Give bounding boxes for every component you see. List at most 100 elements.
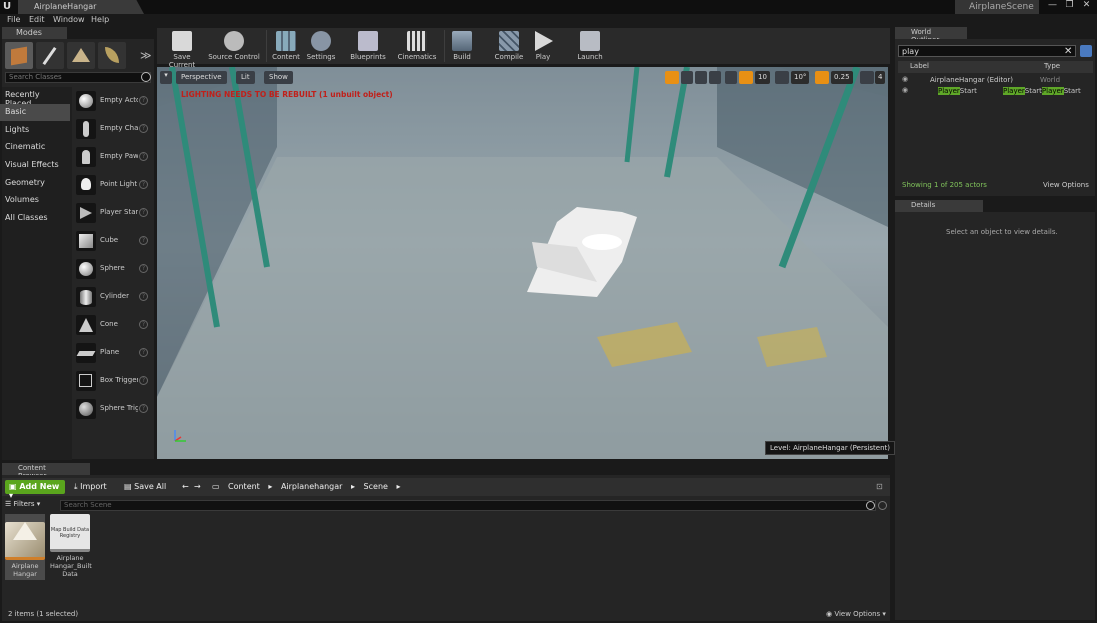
actor-empty-character[interactable]: Empty Character ?	[74, 116, 152, 143]
help-icon[interactable]: ?	[139, 208, 148, 217]
details-tab[interactable]: Details	[895, 200, 983, 212]
select-mode-icon[interactable]	[665, 71, 679, 84]
help-icon[interactable]: ?	[139, 376, 148, 385]
actor-empty-pawn[interactable]: Empty Pawn ?	[74, 144, 152, 171]
history-icon[interactable]	[878, 501, 887, 510]
actor-sphere-trigger[interactable]: Sphere Trigger ?	[74, 396, 152, 423]
maximize-button[interactable]: ❐	[1061, 0, 1078, 12]
content-button[interactable]: Content	[270, 28, 302, 64]
blueprints-button[interactable]: Blueprints	[347, 28, 389, 64]
menu-file[interactable]: File	[7, 15, 20, 24]
eye-icon[interactable]: ◉	[902, 86, 908, 94]
level-viewport[interactable]	[157, 67, 888, 459]
actor-cone[interactable]: Cone ?	[74, 312, 152, 339]
outliner-view-options[interactable]: View Options	[1043, 181, 1089, 189]
help-icon[interactable]: ?	[139, 320, 148, 329]
world-outliner-tab[interactable]: World Outliner	[895, 27, 967, 44]
category-visual-effects[interactable]: Visual Effects	[0, 157, 70, 174]
help-icon[interactable]: ?	[139, 348, 148, 357]
actor-box-trigger[interactable]: Box Trigger ?	[74, 368, 152, 395]
asset-tile[interactable]: Airplane Hangar	[5, 514, 45, 580]
lit-button[interactable]: Lit	[236, 71, 255, 84]
help-icon[interactable]: ?	[139, 124, 148, 133]
viewport-options-dropdown[interactable]: ▾	[160, 71, 172, 84]
menu-edit[interactable]: Edit	[29, 15, 45, 24]
surface-snap-icon[interactable]	[725, 71, 737, 84]
breadcrumb-scene[interactable]: Scene	[364, 482, 388, 491]
scale-snap-icon[interactable]	[815, 71, 829, 84]
category-lights[interactable]: Lights	[0, 122, 70, 139]
grid-snap-value[interactable]: 10	[755, 71, 770, 84]
actor-point-light[interactable]: Point Light ?	[74, 172, 152, 199]
help-icon[interactable]: ?	[139, 152, 148, 161]
col-label-header[interactable]: Label	[910, 62, 929, 70]
help-icon[interactable]: ?	[139, 96, 148, 105]
launch-button[interactable]: Launch	[575, 28, 605, 64]
content-search-input[interactable]: Search Scene	[60, 500, 876, 511]
help-icon[interactable]: ?	[139, 180, 148, 189]
filters-button[interactable]: ☰ Filters ▾	[5, 500, 55, 511]
help-icon[interactable]: ?	[139, 292, 148, 301]
rotation-snap-icon[interactable]	[775, 71, 789, 84]
actor-plane[interactable]: Plane ?	[74, 340, 152, 367]
place-mode-button[interactable]	[5, 42, 33, 69]
rotation-snap-value[interactable]: 10°	[791, 71, 810, 84]
cinematics-button[interactable]: Cinematics	[396, 28, 438, 64]
rotate-icon[interactable]	[695, 71, 707, 84]
menu-help[interactable]: Help	[91, 15, 109, 24]
close-button[interactable]: ✕	[1078, 0, 1095, 12]
asset-tile[interactable]: Map Build Data Registry Airplane Hangar_…	[50, 514, 92, 580]
help-icon[interactable]: ?	[139, 404, 148, 413]
play-button[interactable]: Play	[530, 28, 556, 64]
actor-empty-actor[interactable]: Empty Actor ?	[74, 88, 152, 115]
outliner-row-playerstart[interactable]: ◉ PlayerStart PlayerStartPlayerStart	[900, 86, 1095, 97]
breadcrumb-content[interactable]: Content	[228, 482, 260, 491]
import-button[interactable]: ⤓ Import	[74, 482, 107, 492]
add-new-button[interactable]: ▣ Add New ▾	[5, 480, 65, 500]
back-button[interactable]: ←	[182, 482, 189, 491]
actor-player-start[interactable]: Player Start ?	[74, 200, 152, 227]
breadcrumb-airplanehangar[interactable]: Airplanehangar	[281, 482, 343, 491]
show-button[interactable]: Show	[264, 71, 293, 84]
category-all-classes[interactable]: All Classes	[0, 210, 70, 227]
forward-button[interactable]: →	[194, 482, 201, 491]
outliner-add-icon[interactable]	[1080, 45, 1092, 57]
content-view-options[interactable]: ◉ View Options ▾	[826, 610, 886, 618]
perspective-button[interactable]: Perspective	[176, 71, 227, 84]
camera-speed-value[interactable]: 4	[875, 71, 886, 84]
translate-icon[interactable]	[681, 71, 693, 84]
outliner-row-world[interactable]: ◉ AirplaneHangar (Editor) World	[900, 75, 1095, 86]
category-basic[interactable]: Basic	[0, 104, 70, 121]
menu-window[interactable]: Window	[53, 15, 85, 24]
landscape-mode-button[interactable]	[67, 42, 95, 69]
compile-button[interactable]: Compile	[494, 28, 524, 64]
col-type-header[interactable]: Type	[1044, 62, 1060, 70]
scene-tab[interactable]: AirplaneScene	[955, 0, 1039, 14]
category-geometry[interactable]: Geometry	[0, 175, 70, 192]
scale-snap-value[interactable]: 0.25	[831, 71, 853, 84]
world-local-icon[interactable]	[709, 71, 721, 84]
expand-modes-button[interactable]: ≫	[140, 49, 152, 62]
category-recently-placed[interactable]: Recently Placed	[0, 87, 70, 108]
clear-search-icon[interactable]: ✕	[1064, 46, 1072, 57]
source-control-button[interactable]: Source Control	[207, 28, 261, 64]
minimize-button[interactable]: —	[1044, 0, 1061, 12]
paint-mode-button[interactable]	[36, 42, 64, 69]
category-cinematic[interactable]: Cinematic	[0, 139, 70, 156]
grid-snap-icon[interactable]	[739, 71, 753, 84]
lock-icon[interactable]: ⊡	[876, 482, 883, 491]
foliage-mode-button[interactable]	[98, 42, 126, 69]
help-icon[interactable]: ?	[139, 236, 148, 245]
save-all-button[interactable]: ▤ Save All	[124, 482, 166, 491]
category-volumes[interactable]: Volumes	[0, 192, 70, 209]
content-browser-tab[interactable]: Content Browser	[2, 463, 90, 480]
save-current-button[interactable]: Save Current	[160, 28, 204, 69]
outliner-search-input[interactable]: play	[898, 45, 1076, 57]
folder-icon[interactable]: ▭	[212, 482, 220, 491]
actor-cylinder[interactable]: Cylinder ?	[74, 284, 152, 311]
project-tab[interactable]: AirplaneHangar	[18, 0, 144, 14]
modes-tab[interactable]: Modes	[2, 27, 67, 39]
eye-icon[interactable]: ◉	[902, 75, 908, 83]
settings-button[interactable]: Settings	[305, 28, 337, 64]
help-icon[interactable]: ?	[139, 264, 148, 273]
